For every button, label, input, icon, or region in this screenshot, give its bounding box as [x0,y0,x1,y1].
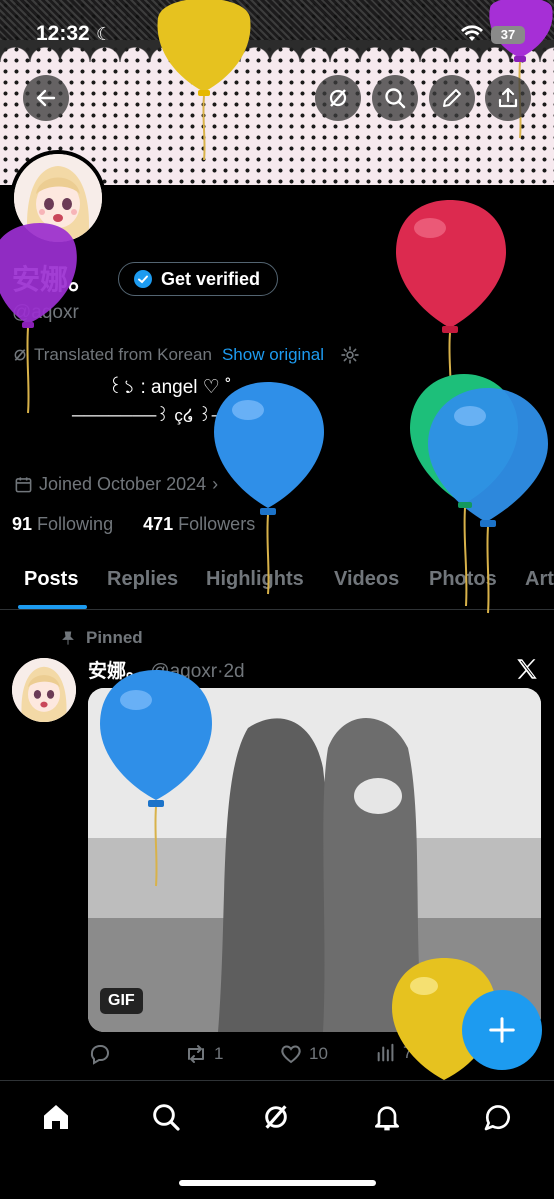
settings-gear-icon[interactable] [340,345,360,365]
retweet-button[interactable]: 1 [184,1042,223,1066]
following-link[interactable]: 91 Following [12,514,113,534]
back-arrow-icon [36,89,56,107]
following-label: Following [37,514,114,534]
search-icon[interactable] [150,1101,182,1138]
grok-icon[interactable] [260,1101,292,1138]
share-icon [498,87,518,108]
search-icon [385,88,406,109]
search-button[interactable] [372,75,418,121]
status-bar: 12:32 ☾ 37 [0,18,554,52]
heart-icon [281,1045,301,1064]
share-button[interactable] [485,75,531,121]
active-tab-indicator [18,605,87,609]
edit-icon [443,89,461,107]
reply-button[interactable] [88,1042,112,1066]
post-author-avatar[interactable] [12,658,76,722]
like-button[interactable]: 10 [279,1042,328,1066]
tab-posts[interactable]: Posts [24,568,78,591]
red-balloon-decoration [396,200,506,398]
grok-button[interactable] [315,75,361,121]
calendar-icon [15,477,32,493]
do-not-disturb-icon: ☾ [96,24,113,44]
messages-icon[interactable] [482,1101,514,1138]
pin-icon [62,631,74,645]
reply-icon [90,1045,109,1065]
grok-icon [329,89,347,107]
retweet-icon [188,1045,204,1063]
battery-indicator: 37 [491,26,525,44]
pinned-label: Pinned [86,628,143,647]
back-button[interactable] [23,75,69,121]
followers-count: 471 [143,514,174,534]
joined-date: Joined October 2024 › [14,474,218,495]
get-verified-button[interactable]: Get verified [118,262,279,296]
home-indicator [179,1180,376,1186]
purple-balloon-decoration [0,223,77,414]
show-original-link[interactable]: Show original [222,345,324,365]
tab-videos[interactable]: Videos [334,568,399,591]
following-count: 91 [12,514,33,534]
edit-button[interactable] [429,75,475,121]
x-logo-icon[interactable] [514,656,540,689]
wifi-icon [460,24,484,47]
plus-icon [489,1017,515,1043]
retweet-count: 1 [214,1044,224,1063]
status-time: 12:32 [36,22,90,45]
get-verified-label: Get verified [161,268,261,289]
green-and-blue-balloons-decoration [410,374,548,614]
anime-avatar-illustration [12,658,76,722]
gif-badge: GIF [100,988,143,1014]
blue-balloon-decoration [214,382,324,595]
home-icon[interactable] [40,1101,72,1138]
notifications-icon[interactable] [371,1101,403,1138]
pinned-label-row: Pinned [60,628,143,648]
joined-label: Joined October 2024 [39,474,207,494]
compose-post-button[interactable] [462,990,542,1070]
verified-badge-icon [134,270,152,288]
like-count: 10 [309,1044,328,1063]
blue-balloon-decoration [100,670,212,887]
post-time: 2d [223,661,245,682]
tab-replies[interactable]: Replies [107,568,178,591]
